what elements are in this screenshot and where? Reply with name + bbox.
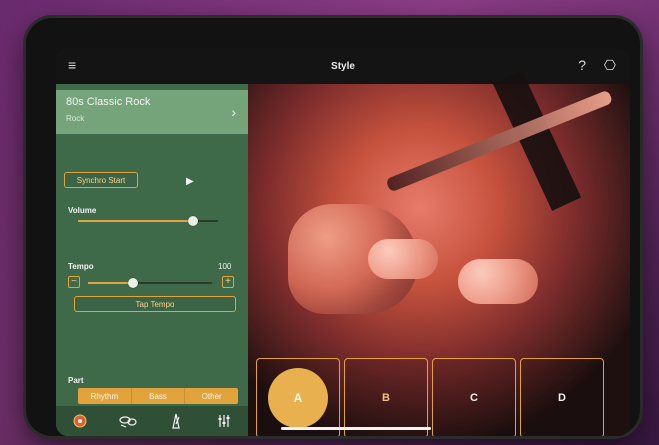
style-category: Rock [66,114,85,123]
tablet-device: ≡ Style ? ⎔ 80s Classic Rock Rock › Sync… [26,18,640,436]
section-a-label: A [293,391,303,405]
section-b-button[interactable]: B [344,358,428,436]
home-indicator [281,427,431,430]
synchro-start-button[interactable]: Synchro Start [64,172,138,188]
metronome-icon[interactable] [165,410,187,432]
volume-slider-fill [78,220,193,222]
mixer-icon[interactable] [213,410,235,432]
part-label: Part [68,376,84,385]
section-d-label: D [558,392,566,404]
chevron-right-icon: › [231,104,236,120]
help-icon[interactable]: ? [578,58,586,72]
section-a-button[interactable]: A [256,358,340,436]
part-segmented-control: Rhythm Bass Other [78,388,238,404]
volume-label: Volume [68,206,97,215]
synchro-start-label: Synchro Start [76,175,126,185]
guitar-neck [385,89,614,193]
style-name: 80s Classic Rock [66,96,151,108]
tempo-value: 100 [218,262,232,271]
tempo-label: Tempo [68,262,94,271]
page-title: Style [331,60,355,72]
bottom-toolbar [56,406,248,436]
tap-tempo-button[interactable]: Tap Tempo [74,296,236,312]
section-c-button[interactable]: C [432,358,516,436]
fretting-hand [458,259,538,304]
tempo-slider-fill [88,282,133,284]
screen: ≡ Style ? ⎔ 80s Classic Rock Rock › Sync… [56,48,630,436]
settings-icon[interactable] [69,410,91,432]
connect-icon[interactable]: ⎔ [604,58,616,72]
part-option-other[interactable]: Other [185,388,238,404]
tempo-slider-thumb[interactable] [127,278,138,288]
part-option-bass[interactable]: Bass [132,388,186,404]
camera-view: A B C D [248,70,630,436]
volume-slider-thumb[interactable] [187,216,198,226]
tap-tempo-label: Tap Tempo [135,299,175,309]
tempo-decrease-button[interactable]: − [68,276,80,288]
part-option-rhythm[interactable]: Rhythm [78,388,132,404]
menu-icon[interactable]: ≡ [68,58,76,72]
section-c-label: C [470,392,478,404]
top-bar: ≡ Style ? ⎔ [56,48,630,84]
tempo-increase-button[interactable]: + [222,276,234,288]
play-icon[interactable]: ▶ [186,176,194,187]
section-a-selected-indicator: A [268,368,328,428]
left-panel: 80s Classic Rock Rock › Synchro Start ▶ … [56,84,248,436]
section-d-button[interactable]: D [520,358,604,436]
style-selector[interactable]: 80s Classic Rock Rock › [56,90,248,134]
strumming-hand [368,239,438,279]
section-b-label: B [382,392,390,404]
drum-icon[interactable] [117,410,139,432]
